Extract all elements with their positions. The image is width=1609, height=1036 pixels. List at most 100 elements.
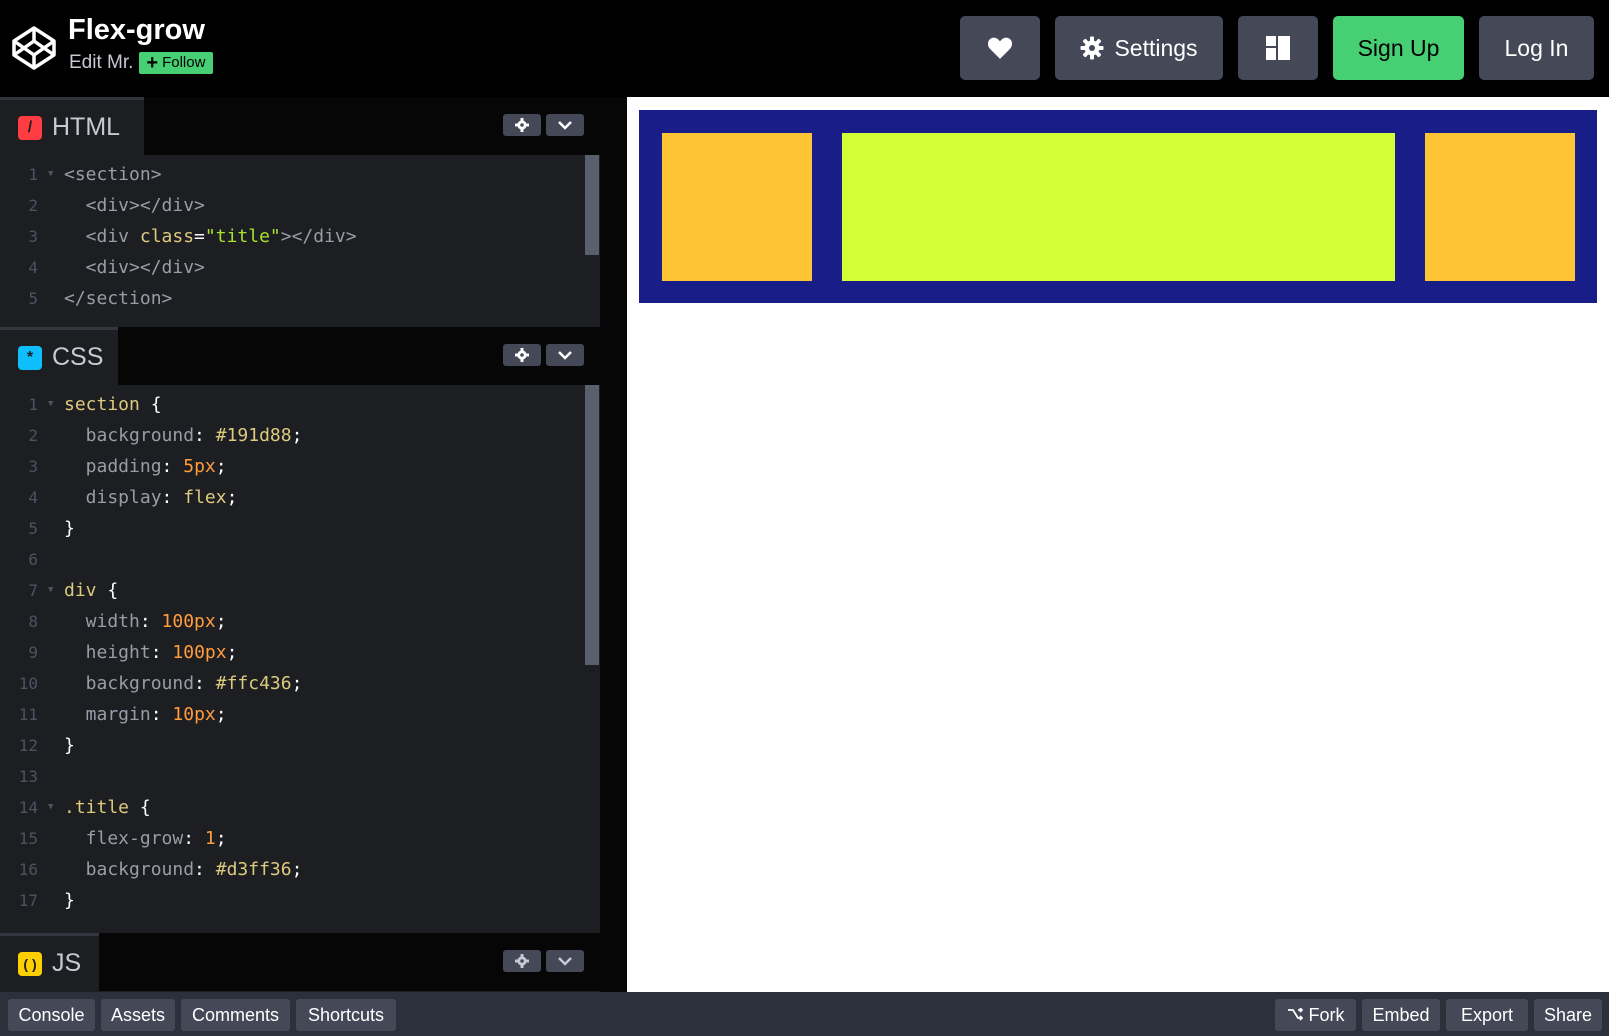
code-token: <div></div> <box>64 256 205 278</box>
css-tab[interactable]: * CSS <box>0 327 118 385</box>
preview-section <box>639 110 1597 303</box>
code-token: : <box>194 424 216 446</box>
code-line: 8 width: 100px; <box>0 606 226 636</box>
settings-label: Settings <box>1114 34 1198 61</box>
code-line: 1 ▼ section { <box>0 389 161 419</box>
pen-title[interactable]: Flex-grow <box>68 14 205 47</box>
code-token: ; <box>226 641 238 663</box>
html-code-editor[interactable]: 1 ▼ <section> 2 <div></div> 3 <div class="… <box>0 155 600 321</box>
code-token: 1 <box>204 827 216 849</box>
code-line: 17} <box>0 885 75 915</box>
js-collapse-button[interactable] <box>546 950 584 972</box>
css-collapse-button[interactable] <box>546 344 584 366</box>
line-number: 4 <box>28 257 38 277</box>
js-settings-button[interactable] <box>503 950 541 972</box>
bottom-bar: Console Assets Comments Shortcuts Fork E… <box>0 992 1609 1036</box>
html-tab[interactable]: / HTML <box>0 97 144 155</box>
code-token: ; <box>291 672 303 694</box>
fork-label: Fork <box>1308 1004 1345 1025</box>
fold-arrow-icon[interactable]: ▼ <box>38 169 53 179</box>
code-token: : <box>139 610 162 632</box>
html-editor-tools <box>503 114 584 136</box>
gear-icon <box>515 348 529 362</box>
code-line: 12} <box>0 730 75 760</box>
html-icon: / <box>18 115 42 140</box>
css-settings-button[interactable] <box>503 344 541 366</box>
sign-up-button[interactable]: Sign Up <box>1333 16 1464 80</box>
code-token: { <box>129 796 151 818</box>
comments-button[interactable]: Comments <box>181 999 290 1031</box>
codepen-logo-icon[interactable] <box>10 24 58 72</box>
line-number: 1 <box>28 164 38 184</box>
change-view-button[interactable] <box>1238 16 1318 80</box>
line-number: 6 <box>28 549 38 569</box>
code-line: 13 <box>0 761 38 791</box>
code-token: ; <box>291 424 303 446</box>
code-token: class <box>139 225 195 247</box>
code-line: 4 display: flex; <box>0 482 237 512</box>
resize-gutter[interactable] <box>600 97 627 992</box>
heart-button[interactable] <box>960 16 1040 80</box>
console-button[interactable]: Console <box>8 999 95 1031</box>
preview-div-box <box>1425 133 1575 281</box>
log-in-button[interactable]: Log In <box>1479 16 1594 80</box>
code-token: <section> <box>64 163 162 185</box>
code-token: 100px <box>172 641 227 663</box>
js-tab[interactable]: ( ) JS <box>0 933 99 991</box>
html-scrollbar[interactable] <box>585 155 599 255</box>
chevron-down-icon <box>558 957 572 966</box>
fork-button[interactable]: Fork <box>1275 999 1356 1031</box>
code-token: #ffc436 <box>215 672 292 694</box>
gear-icon <box>515 954 529 968</box>
code-line: 10 background: #ffc436; <box>0 668 303 698</box>
follow-button[interactable]: + Follow <box>139 52 214 74</box>
code-line: 2 <div></div> <box>0 190 205 220</box>
line-number: 9 <box>28 642 38 662</box>
author-row: Edit Mr. + Follow <box>69 52 214 74</box>
settings-button[interactable]: Settings <box>1055 16 1223 80</box>
code-line: 3 padding: 5px; <box>0 451 227 481</box>
fold-arrow-icon[interactable]: ▼ <box>38 802 53 812</box>
assets-button[interactable]: Assets <box>101 999 175 1031</box>
code-line: 9 height: 100px; <box>0 637 237 667</box>
code-token: .title <box>64 796 130 818</box>
author-name[interactable]: Edit Mr. <box>69 52 133 74</box>
code-token: #191d88 <box>215 424 292 446</box>
share-button[interactable]: Share <box>1534 999 1602 1031</box>
fork-icon <box>1287 1008 1303 1021</box>
export-button[interactable]: Export <box>1446 999 1528 1031</box>
result-preview <box>627 97 1609 992</box>
line-number: 3 <box>28 226 38 246</box>
code-token: { <box>96 579 119 601</box>
css-code-editor[interactable]: 1 ▼ section { 2 background: #191d88; 3 pad… <box>0 385 600 933</box>
html-settings-button[interactable] <box>503 114 541 136</box>
code-token: padding <box>64 455 162 477</box>
fold-arrow-icon[interactable]: ▼ <box>38 585 53 595</box>
line-number: 2 <box>28 195 38 215</box>
code-token: : <box>161 455 184 477</box>
js-editor-tools <box>503 950 584 972</box>
code-token: : <box>183 827 205 849</box>
chevron-down-icon <box>558 121 572 130</box>
line-number: 5 <box>28 518 38 538</box>
css-tab-label: CSS <box>52 343 104 371</box>
html-collapse-button[interactable] <box>546 114 584 136</box>
code-token: ; <box>215 827 227 849</box>
code-token: : <box>150 641 173 663</box>
line-number: 7 <box>28 580 38 600</box>
code-token: : <box>194 672 216 694</box>
css-scrollbar[interactable] <box>585 385 599 665</box>
code-token: } <box>64 889 75 911</box>
code-token: background <box>64 424 195 446</box>
shortcuts-button[interactable]: Shortcuts <box>296 999 396 1031</box>
html-tab-label: HTML <box>52 113 121 141</box>
line-number: 15 <box>18 828 38 848</box>
code-token: 100px <box>161 610 216 632</box>
fold-arrow-icon[interactable]: ▼ <box>38 399 53 409</box>
code-line: 16 background: #d3ff36; <box>0 854 303 884</box>
code-token: ; <box>215 455 227 477</box>
code-token: 5px <box>183 455 216 477</box>
editor-column: / HTML 1 ▼ <section> 2 <div></div> 3 <div … <box>0 97 600 992</box>
embed-button[interactable]: Embed <box>1362 999 1440 1031</box>
layout-icon <box>1266 36 1290 60</box>
